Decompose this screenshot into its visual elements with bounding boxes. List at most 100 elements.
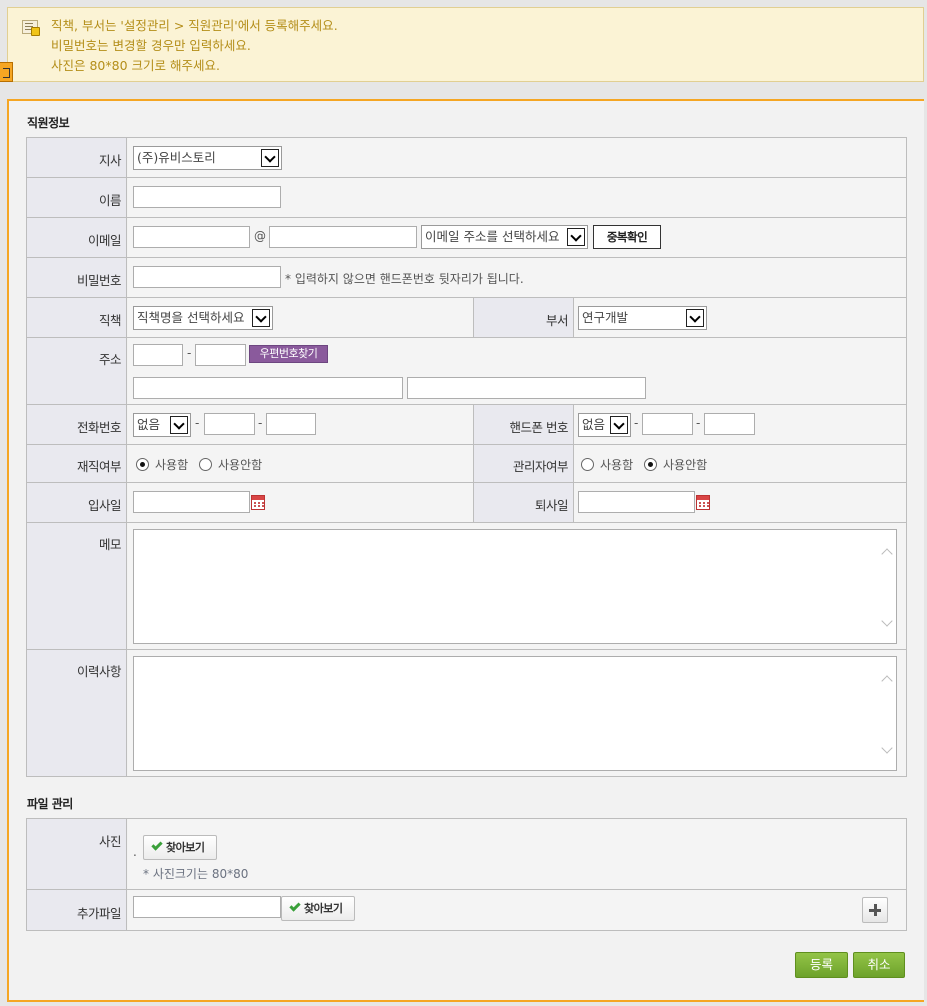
- duplicate-check-button[interactable]: 중복확인: [593, 225, 661, 249]
- row-phone: 전화번호 없음 - - 핸드폰 번호 없음 - -: [27, 405, 906, 445]
- employed-yes-label: 사용함: [155, 458, 189, 472]
- history-label: 이력사항: [76, 664, 122, 679]
- submit-button[interactable]: 등록: [795, 952, 848, 978]
- scroll-down-icon[interactable]: [881, 615, 893, 627]
- scroll-down-icon[interactable]: [881, 742, 893, 754]
- branch-select[interactable]: (주)유비스토리: [133, 146, 282, 170]
- photo-browse-button[interactable]: 찾아보기: [143, 835, 217, 860]
- password-input[interactable]: [133, 266, 281, 288]
- branch-select-value: (주)유비스토리: [137, 150, 216, 165]
- side-toggle-icon[interactable]: [0, 62, 13, 82]
- zipcode-dash: -: [187, 346, 192, 360]
- email-at-sign: @: [254, 229, 266, 243]
- join-date-input[interactable]: [133, 491, 250, 513]
- attachment-label: 추가파일: [76, 906, 122, 921]
- branch-label: 지사: [98, 153, 122, 168]
- phone-last-input[interactable]: [266, 413, 316, 435]
- phone-prefix-value: 없음: [137, 417, 161, 432]
- position-label: 직책: [98, 313, 122, 328]
- attachment-browse-label: 찾아보기: [304, 902, 343, 915]
- admin-no-radio[interactable]: [644, 458, 657, 471]
- notice-line: 사진은 80*80 크기로 해주세요.: [51, 58, 220, 73]
- address-main-input[interactable]: [133, 377, 403, 399]
- notice-line: 비밀번호는 변경할 경우만 입력하세요.: [51, 38, 251, 53]
- phone-prefix-select[interactable]: 없음: [133, 413, 191, 437]
- mobile-label: 핸드폰 번호: [509, 420, 569, 435]
- phone-middle-input[interactable]: [204, 413, 255, 435]
- row-status: 재직여부 사용함 사용안함 관리자여부 사용함 사용안함: [27, 445, 906, 483]
- cancel-button[interactable]: 취소: [853, 952, 905, 978]
- row-memo: 메모: [27, 523, 906, 650]
- memo-textarea[interactable]: [133, 529, 897, 644]
- zipcode-search-button[interactable]: 우편번호찾기: [249, 345, 328, 363]
- department-select[interactable]: 연구개발: [578, 306, 707, 330]
- name-label: 이름: [98, 193, 122, 208]
- scrollbar[interactable]: [878, 530, 896, 643]
- email-domain-input[interactable]: [269, 226, 417, 248]
- file-form-table: 사진 . 찾아보기 * 사진크기는 80*80 추가파일 찾아보기: [26, 818, 907, 931]
- mobile-prefix-value: 없음: [582, 417, 606, 432]
- photo-label: 사진: [98, 834, 122, 849]
- mobile-dash: -: [696, 416, 701, 430]
- mobile-last-input[interactable]: [704, 413, 755, 435]
- add-file-button[interactable]: [862, 897, 888, 923]
- leave-date-label: 퇴사일: [534, 498, 569, 513]
- row-position-department: 직책 직책명을 선택하세요 부서 연구개발: [27, 298, 906, 338]
- notice-box: 직책, 부서는 '설정관리 > 직원관리'에서 등록해주세요. 비밀번호는 변경…: [7, 7, 924, 82]
- phone-dash: -: [258, 416, 263, 430]
- phone-dash: -: [195, 416, 200, 430]
- photo-size-hint: * 사진크기는 80*80: [143, 867, 249, 881]
- scroll-up-icon[interactable]: [881, 675, 893, 687]
- memo-label: 메모: [98, 537, 122, 552]
- row-password: 비밀번호 * 입력하지 않으면 핸드폰번호 뒷자리가 됩니다.: [27, 258, 906, 298]
- chevron-down-icon: [252, 309, 270, 327]
- admin-yes-label: 사용함: [600, 458, 634, 472]
- check-icon: [289, 900, 301, 912]
- row-email: 이메일 @ 이메일 주소를 선택하세요 중복확인: [27, 218, 906, 258]
- admin-yes-radio[interactable]: [581, 458, 594, 471]
- mobile-middle-input[interactable]: [642, 413, 693, 435]
- admin-no-label: 사용안함: [663, 458, 708, 472]
- notice-line: 직책, 부서는 '설정관리 > 직원관리'에서 등록해주세요.: [51, 18, 338, 33]
- row-photo: 사진 . 찾아보기 * 사진크기는 80*80: [27, 819, 906, 890]
- chevron-down-icon: [686, 309, 704, 327]
- row-dates: 입사일 퇴사일: [27, 483, 906, 523]
- mobile-prefix-select[interactable]: 없음: [578, 413, 631, 437]
- scroll-up-icon[interactable]: [881, 548, 893, 560]
- calendar-icon[interactable]: [696, 495, 710, 510]
- address-detail-input[interactable]: [407, 377, 646, 399]
- email-id-input[interactable]: [133, 226, 250, 248]
- row-branch: 지사 (주)유비스토리: [27, 138, 906, 178]
- email-domain-select-value: 이메일 주소를 선택하세요: [425, 229, 560, 244]
- email-label: 이메일: [87, 233, 122, 248]
- zipcode-second-input[interactable]: [195, 344, 246, 366]
- employed-yes-radio[interactable]: [136, 458, 149, 471]
- note-warning-icon: [22, 20, 40, 36]
- row-address: 주소 - 우편번호찾기: [27, 338, 906, 405]
- photo-placeholder-dot: .: [133, 845, 137, 859]
- email-domain-select[interactable]: 이메일 주소를 선택하세요: [421, 225, 588, 249]
- zipcode-first-input[interactable]: [133, 344, 183, 366]
- employed-no-radio[interactable]: [199, 458, 212, 471]
- file-section-title: 파일 관리: [27, 797, 73, 811]
- photo-browse-label: 찾아보기: [166, 841, 205, 854]
- employee-section-title: 직원정보: [27, 116, 70, 130]
- attachment-file-input[interactable]: [133, 896, 281, 918]
- calendar-icon[interactable]: [251, 495, 265, 510]
- leave-date-input[interactable]: [578, 491, 695, 513]
- address-label: 주소: [98, 352, 122, 367]
- row-history: 이력사항: [27, 650, 906, 777]
- chevron-down-icon: [567, 228, 585, 246]
- history-textarea[interactable]: [133, 656, 897, 771]
- chevron-down-icon: [610, 416, 628, 434]
- name-input[interactable]: [133, 186, 281, 208]
- employed-no-label: 사용안함: [218, 458, 263, 472]
- position-select[interactable]: 직책명을 선택하세요: [133, 306, 273, 330]
- check-icon: [151, 839, 163, 851]
- password-label: 비밀번호: [76, 273, 122, 288]
- chevron-down-icon: [261, 149, 279, 167]
- mobile-dash: -: [634, 416, 639, 430]
- attachment-browse-button[interactable]: 찾아보기: [281, 896, 355, 921]
- scrollbar[interactable]: [878, 657, 896, 770]
- department-label: 부서: [545, 313, 569, 328]
